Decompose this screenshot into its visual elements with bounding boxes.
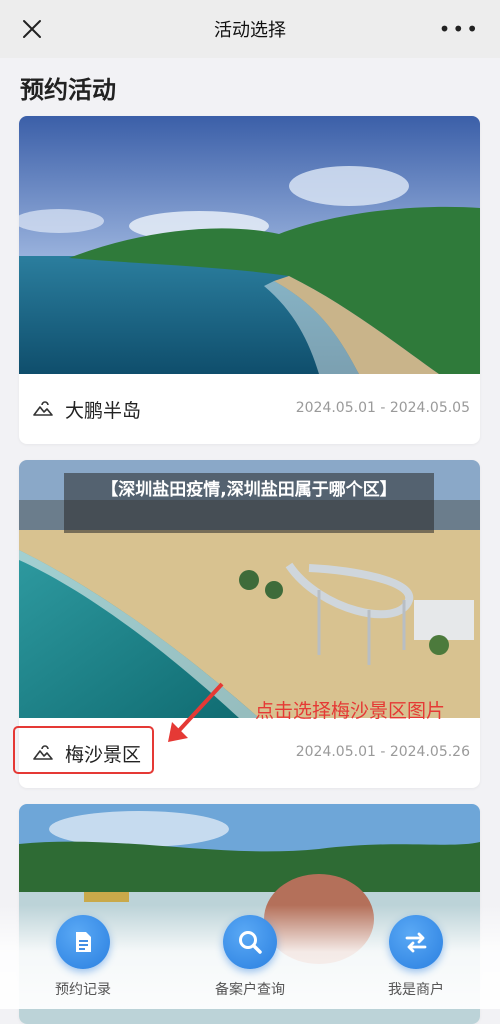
meisha-highlight-box bbox=[13, 726, 154, 774]
activity-name: 大鹏半岛 bbox=[65, 400, 142, 422]
nav-label: 备案户查询 bbox=[215, 982, 285, 998]
dapeng-photo[interactable] bbox=[19, 116, 480, 374]
nav-booking-records[interactable]: 预约记录 bbox=[23, 915, 143, 999]
activity-date-range: 2024.05.01 - 2024.05.05 bbox=[295, 400, 470, 416]
annotation-text: 点击选择梅沙景区图片 bbox=[255, 700, 446, 722]
search-icon[interactable] bbox=[223, 915, 277, 969]
more-icon[interactable]: ••• bbox=[439, 19, 480, 39]
bottom-nav: 预约记录 备案户查询 我是商户 bbox=[0, 905, 500, 1009]
top-bar: 活动选择 ••• bbox=[0, 0, 500, 58]
nav-merchant[interactable]: 我是商户 bbox=[356, 915, 476, 999]
activity-card-dapeng[interactable]: 大鹏半岛 2024.05.01 - 2024.05.05 bbox=[19, 116, 480, 444]
overlay-title: 【深圳盐田疫情,深圳盐田属于哪个区】 bbox=[64, 473, 434, 533]
document-icon[interactable] bbox=[56, 915, 110, 969]
weather-mountain-icon bbox=[33, 401, 53, 416]
arrow-icon bbox=[168, 682, 224, 742]
page-title: 活动选择 bbox=[214, 20, 286, 41]
switch-icon[interactable] bbox=[389, 915, 443, 969]
activity-date-range: 2024.05.01 - 2024.05.26 bbox=[295, 744, 470, 760]
nav-registered-query[interactable]: 备案户查询 bbox=[190, 915, 310, 999]
activity-info: 大鹏半岛 2024.05.01 - 2024.05.05 bbox=[19, 374, 480, 444]
section-title: 预约活动 bbox=[20, 76, 116, 104]
nav-label: 我是商户 bbox=[388, 982, 444, 998]
nav-label: 预约记录 bbox=[55, 982, 111, 998]
close-icon[interactable] bbox=[20, 17, 44, 41]
